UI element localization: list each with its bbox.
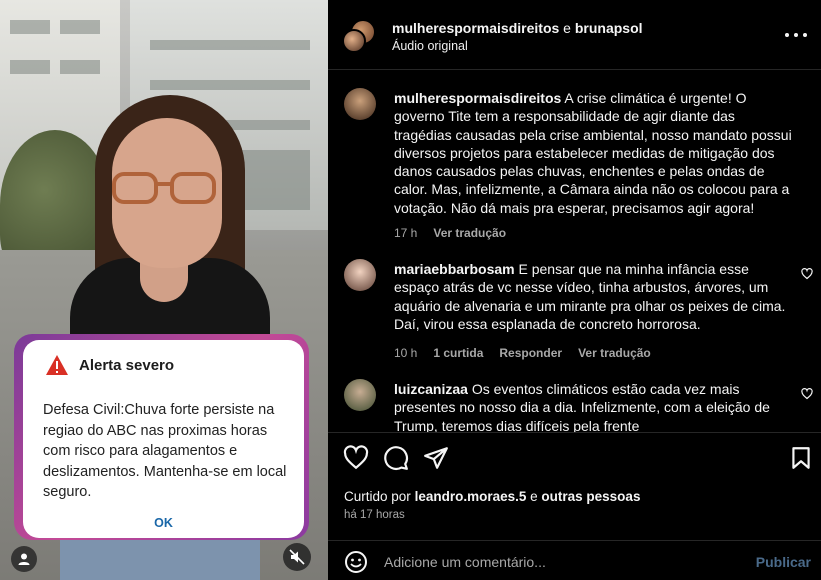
- emoji-icon[interactable]: [344, 550, 368, 574]
- comment-bubble-icon[interactable]: [383, 445, 409, 471]
- comment-likes-count[interactable]: 1 curtida: [433, 346, 483, 360]
- caption-username[interactable]: mulherespormaisdireitos: [394, 90, 561, 106]
- caption-text: mulherespormaisdireitos A crise climátic…: [394, 89, 796, 217]
- avatar[interactable]: [344, 88, 376, 120]
- alert-header: Alerta severo: [45, 354, 174, 376]
- caption-translate-link[interactable]: Ver tradução: [433, 226, 506, 240]
- alert-message: Defesa Civil:Chuva forte persiste na reg…: [43, 402, 287, 500]
- original-audio-link[interactable]: Áudio original: [392, 39, 468, 53]
- liked-by-username[interactable]: leandro.moraes.5: [415, 489, 527, 504]
- caption-meta: 17 h Ver tradução: [394, 226, 506, 240]
- comment-username[interactable]: mariaebbarbosam: [394, 261, 515, 277]
- liked-by-summary: Curtido por leandro.moraes.5 e outras pe…: [344, 489, 640, 504]
- publish-button[interactable]: Publicar: [756, 554, 811, 570]
- more-options-icon[interactable]: [785, 25, 807, 45]
- caption-body: A crise climática é urgente! O governo T…: [394, 90, 792, 216]
- alert-title: Alerta severo: [79, 356, 175, 374]
- header-username-1[interactable]: mulherespormaisdireitos: [392, 20, 559, 36]
- header-username-2[interactable]: brunapsol: [575, 20, 643, 36]
- caption-time: 17 h: [394, 226, 418, 240]
- comment-input[interactable]: [384, 551, 724, 573]
- severe-alert-overlay: Alerta severo Defesa Civil:Chuva forte p…: [14, 334, 309, 540]
- comment-meta: 10 h 1 curtida Responder Ver tradução: [394, 346, 651, 360]
- collab-usernames: mulherespormaisdireitos e brunapsol: [392, 20, 643, 36]
- avatar[interactable]: [344, 259, 376, 291]
- heart-icon[interactable]: [343, 445, 369, 471]
- post-timestamp[interactable]: há 17 horas: [344, 509, 405, 521]
- share-paper-plane-icon[interactable]: [423, 445, 449, 471]
- user-icon[interactable]: [11, 546, 37, 572]
- liked-by-others-link[interactable]: outras pessoas: [541, 489, 640, 504]
- post-panel: mulherespormaisdireitos e brunapsol Áudi…: [328, 0, 821, 580]
- warning-triangle-icon: [46, 355, 68, 375]
- comment-text: mariaebbarbosam E pensar que na minha in…: [394, 260, 794, 333]
- alert-card: Alerta severo Defesa Civil:Chuva forte p…: [23, 340, 304, 538]
- comment-text: luizcanizaa Os eventos climáticos estão …: [394, 380, 794, 432]
- liked-by-and: e: [530, 489, 538, 504]
- like-comment-heart-icon[interactable]: [801, 268, 813, 280]
- like-comment-heart-icon[interactable]: [801, 388, 813, 400]
- comment-username[interactable]: luizcanizaa: [394, 381, 468, 397]
- comment-reply-button[interactable]: Responder: [499, 346, 562, 360]
- glasses: [112, 172, 218, 206]
- comments-scroll-area[interactable]: mulherespormaisdireitos A crise climátic…: [328, 82, 821, 432]
- avatar[interactable]: [344, 379, 376, 411]
- collab-avatars[interactable]: [342, 19, 376, 53]
- header-separator: e: [563, 20, 571, 36]
- reel-video[interactable]: Alerta severo Defesa Civil:Chuva forte p…: [0, 0, 328, 580]
- speaker-muted-icon[interactable]: [283, 543, 311, 571]
- comment-translate-link[interactable]: Ver tradução: [578, 346, 651, 360]
- alert-ok-button[interactable]: OK: [23, 516, 304, 530]
- bookmark-icon[interactable]: [788, 445, 814, 471]
- add-comment-bar: Publicar: [328, 540, 821, 580]
- post-actions-bar: Curtido por leandro.moraes.5 e outras pe…: [328, 432, 821, 540]
- comment-time: 10 h: [394, 346, 418, 360]
- liked-by-prefix: Curtido por: [344, 489, 411, 504]
- post-header: mulherespormaisdireitos e brunapsol Áudi…: [328, 0, 821, 70]
